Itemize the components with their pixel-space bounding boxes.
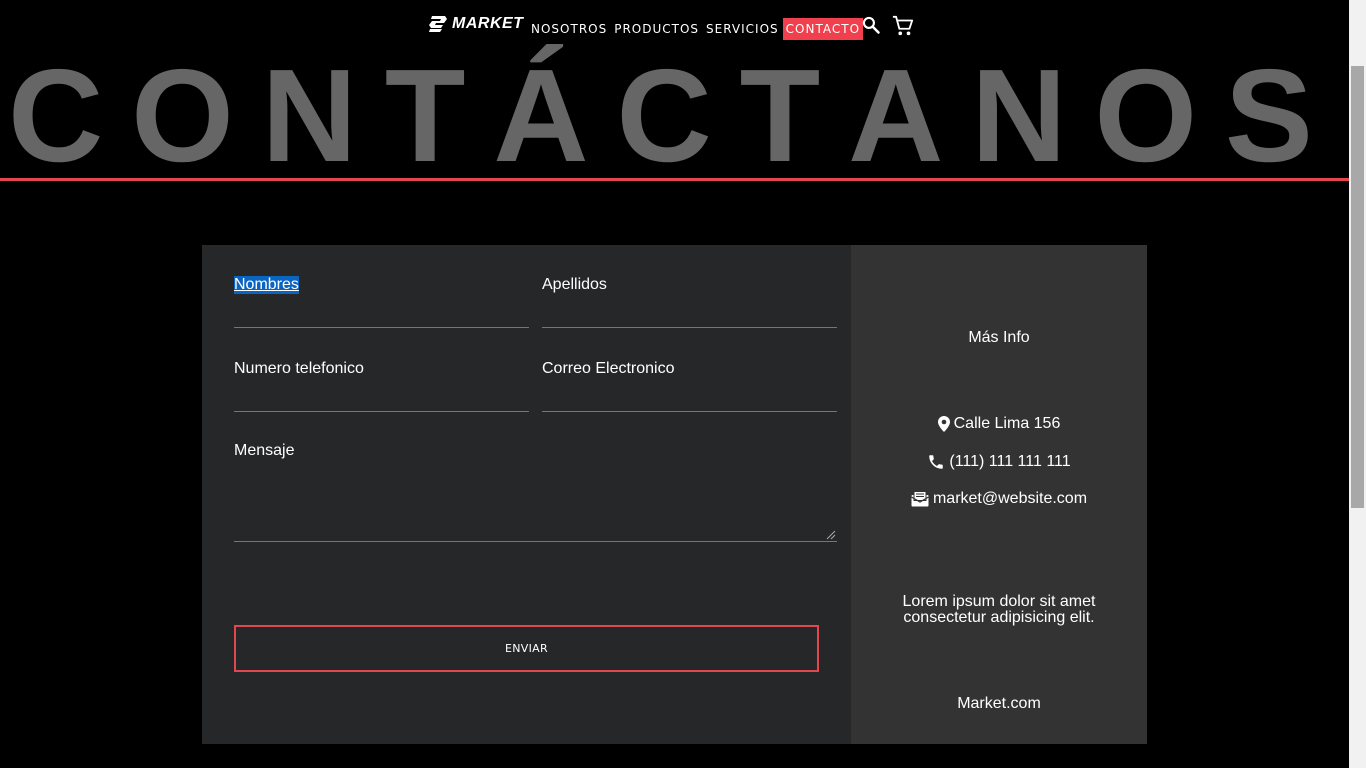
send-button[interactable]: ENVIAR <box>234 625 819 672</box>
info-title: Más Info <box>968 329 1030 346</box>
page-title: C O N T Á C T A N O S <box>0 50 1349 182</box>
logo-text: MARKET <box>452 15 524 32</box>
phone-field: Numero telefonico <box>234 360 529 412</box>
title-letter: A <box>848 42 944 189</box>
map-pin-icon <box>937 416 950 432</box>
message-label: Mensaje <box>234 442 295 459</box>
last-name-underline <box>542 327 837 328</box>
phone-underline <box>234 411 529 412</box>
contact-card: Nombres Apellidos Numero telefonico Corr… <box>202 245 1147 744</box>
title-letter: O <box>1094 42 1198 189</box>
address-text: Calle Lima 156 <box>953 415 1061 432</box>
nav-link-servicios[interactable]: SERVICIOS <box>703 18 782 40</box>
message-textarea[interactable] <box>234 464 837 542</box>
email-row: market@website.com <box>851 490 1147 508</box>
page: MARKET NOSOTROS PRODUCTOS SERVICIOS CONT… <box>0 0 1366 768</box>
message-field: Mensaje <box>234 442 837 542</box>
brand-logo[interactable]: MARKET <box>428 15 523 33</box>
address-row: Calle Lima 156 <box>851 415 1147 433</box>
title-letter: T <box>739 42 821 189</box>
last-name-label: Apellidos <box>542 276 607 293</box>
first-name-underline <box>234 327 529 328</box>
contact-form: Nombres Apellidos Numero telefonico Corr… <box>202 245 851 744</box>
nav-links: NOSOTROS PRODUCTOS SERVICIOS CONTACTO <box>531 18 864 40</box>
site-name: Market.com <box>957 695 1041 712</box>
resize-grip-icon[interactable] <box>826 530 836 540</box>
nav-link-contacto[interactable]: CONTACTO <box>782 18 864 40</box>
email-underline <box>542 411 837 412</box>
title-letter: C <box>616 42 712 189</box>
search-icon[interactable] <box>861 15 881 35</box>
phone-text: (111) 111 111 111 <box>949 453 1071 470</box>
info-description: Lorem ipsum dolor sit amet consectetur a… <box>902 593 1096 626</box>
first-name-field: Nombres <box>234 276 529 328</box>
email-field: Correo Electronico <box>542 360 837 412</box>
title-letter: N <box>261 42 357 189</box>
envelope-icon <box>911 491 929 507</box>
title-divider <box>0 178 1349 181</box>
page-scrollbar[interactable] <box>1349 0 1366 768</box>
email-input[interactable] <box>542 382 837 402</box>
last-name-field: Apellidos <box>542 276 837 328</box>
nav-link-productos[interactable]: PRODUCTOS <box>611 18 702 40</box>
title-letter: C <box>8 42 104 189</box>
phone-input[interactable] <box>234 382 529 402</box>
title-letter: N <box>971 42 1067 189</box>
nav-link-nosotros[interactable]: NOSOTROS <box>531 18 610 40</box>
phone-icon <box>929 455 944 469</box>
title-letter: Á <box>493 42 589 189</box>
cart-icon[interactable] <box>892 15 914 37</box>
email-text: market@website.com <box>932 490 1088 507</box>
scrollbar-thumb[interactable] <box>1351 66 1364 508</box>
info-panel: Más Info Calle Lima 156 (111) 111 111 11… <box>851 245 1147 744</box>
title-letter: S <box>1224 42 1313 189</box>
phone-row: (111) 111 111 111 <box>851 453 1147 471</box>
title-letter: T <box>384 42 466 189</box>
phone-label: Numero telefonico <box>234 360 364 377</box>
market-logo-icon <box>429 16 447 32</box>
first-name-input[interactable] <box>234 298 529 318</box>
email-label: Correo Electronico <box>542 360 675 377</box>
title-letter: O <box>131 42 234 189</box>
last-name-input[interactable] <box>542 298 837 318</box>
first-name-label: Nombres <box>234 276 299 294</box>
